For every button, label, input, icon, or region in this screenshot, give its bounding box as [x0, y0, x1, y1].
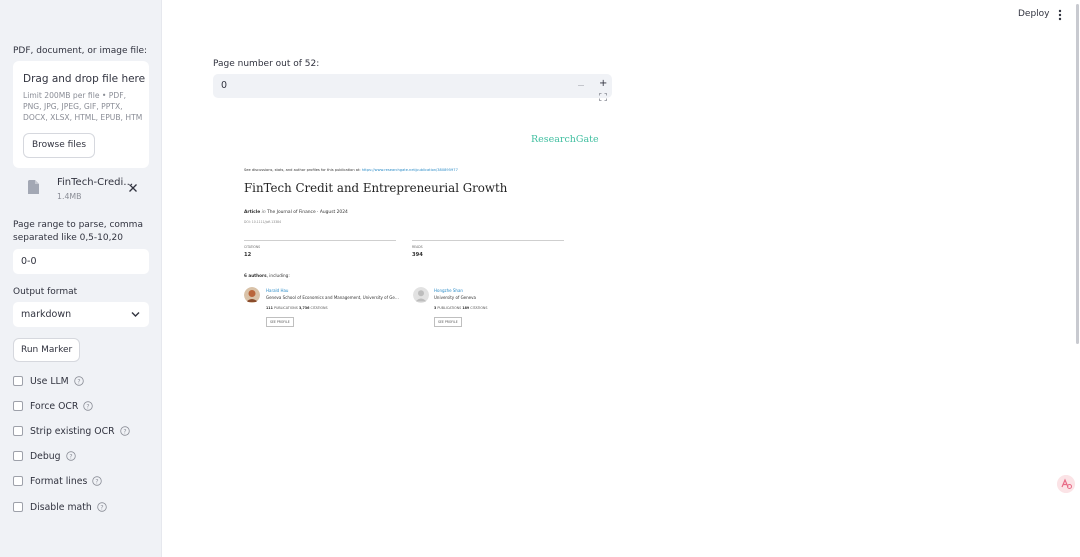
run-marker-button[interactable]: Run Marker	[13, 338, 81, 362]
reads-value: 394	[412, 252, 423, 258]
disable-math-option[interactable]: Disable math ?	[13, 500, 107, 514]
see-profile-button[interactable]: SEE PROFILE	[266, 317, 294, 327]
strip-existing-ocr-option[interactable]: Strip existing OCR ?	[13, 424, 130, 438]
help-icon[interactable]: ?	[92, 476, 103, 486]
author-avatar-placeholder	[413, 287, 429, 303]
strip-existing-ocr-label: Strip existing OCR	[30, 425, 115, 437]
article-journal: The Journal of Finance · August 2024	[267, 210, 348, 215]
format-lines-label: Format lines	[30, 475, 88, 487]
authors-suffix: , including:	[266, 273, 290, 278]
vertical-scrollbar[interactable]	[1075, 0, 1080, 345]
format-lines-checkbox[interactable]	[13, 476, 23, 486]
deploy-button[interactable]: Deploy	[1018, 9, 1050, 19]
authors-count: 6 authors	[244, 273, 267, 278]
strip-existing-ocr-checkbox[interactable]	[13, 426, 23, 436]
discussion-line: See discussions, stats, and author profi…	[244, 168, 458, 172]
debug-label: Debug	[30, 450, 61, 462]
use-llm-label: Use LLM	[30, 375, 69, 387]
doi-text: DOI: 10.1111/jofi.13384	[244, 220, 282, 224]
help-icon[interactable]: ?	[65, 451, 76, 461]
svg-text:?: ?	[100, 504, 103, 511]
chevron-down-icon	[131, 312, 140, 317]
help-icon[interactable]: ?	[97, 502, 107, 512]
file-dropzone[interactable]: Drag and drop file here Limit 200MB per …	[13, 61, 149, 168]
see-profile-button[interactable]: SEE PROFILE	[434, 317, 462, 327]
author-affiliation: University of Geneva	[434, 295, 476, 300]
file-uploader-label: PDF, document, or image file:	[13, 46, 148, 56]
author-affiliation: Geneva School of Economics and Managemen…	[266, 295, 399, 300]
uploaded-file-name: FinTech-Credi…	[57, 177, 134, 188]
debug-checkbox[interactable]	[13, 451, 23, 461]
page-number-input[interactable]: 0 +	[213, 74, 612, 98]
svg-text:?: ?	[77, 378, 80, 385]
dropzone-hint: Limit 200MB per file • PDF, PNG, JPG, JP…	[23, 91, 143, 122]
publication-link[interactable]: https://www.researchgate.net/publication…	[362, 168, 458, 172]
author-avatar	[244, 287, 260, 303]
use-llm-option[interactable]: Use LLM ?	[13, 374, 84, 388]
article-in: in	[261, 210, 266, 215]
uploaded-file-size: 1.4MB	[57, 192, 82, 201]
page-number-label: Page number out of 52:	[213, 59, 320, 69]
author-cites-label: CITATIONS	[470, 306, 488, 310]
citations-caption: CITATIONS	[244, 245, 261, 249]
force-ocr-option[interactable]: Force OCR ?	[13, 399, 94, 413]
use-llm-checkbox[interactable]	[13, 376, 23, 386]
article-type: Article	[244, 210, 261, 215]
citations-divider	[244, 240, 396, 241]
translate-assistant-icon[interactable]	[1057, 475, 1075, 493]
document-icon	[28, 180, 39, 194]
author-name[interactable]: Hongzhe Shan	[434, 288, 463, 293]
reads-divider	[412, 240, 564, 241]
page-range-label: Page range to parse, comma separated lik…	[13, 220, 143, 243]
page-number-value: 0	[221, 80, 228, 91]
reads-caption: READS	[412, 245, 423, 249]
page-range-input[interactable]: 0-0	[13, 249, 149, 274]
author-pubs-label: PUBLICATIONS	[273, 306, 298, 310]
force-ocr-label: Force OCR	[30, 400, 79, 412]
help-icon[interactable]: ?	[119, 426, 130, 436]
fullscreen-icon[interactable]	[599, 93, 607, 101]
scrollbar-thumb[interactable]	[1076, 4, 1079, 344]
citations-value: 12	[244, 252, 252, 258]
author-stats: 3 PUBLICATIONS 189 CITATIONS	[434, 306, 487, 310]
help-icon[interactable]: ?	[74, 376, 84, 386]
author-cites: 189	[462, 306, 470, 310]
close-icon[interactable]	[127, 182, 139, 194]
author-stats: 111 PUBLICATIONS 3,736 CITATIONS	[266, 306, 328, 310]
increment-button[interactable]: +	[599, 79, 607, 89]
author-cites-label: CITATIONS	[310, 306, 328, 310]
disable-math-checkbox[interactable]	[13, 502, 23, 512]
author-name[interactable]: Harald Hau	[266, 288, 288, 293]
sidebar: PDF, document, or image file: Drag and d…	[0, 0, 162, 557]
vertical-ellipsis-icon[interactable]	[1056, 9, 1064, 21]
output-format-select[interactable]: markdown	[13, 302, 149, 327]
decrement-button[interactable]	[578, 85, 584, 86]
article-info: Article in The Journal of Finance · Augu…	[244, 210, 348, 215]
authors-heading: 6 authors, including:	[244, 273, 290, 278]
force-ocr-checkbox[interactable]	[13, 401, 23, 411]
page-preview: ResearchGate See discussions, stats, and…	[213, 120, 612, 340]
author-pubs: 111	[266, 306, 273, 310]
uploaded-file-row: FinTech-Credi… 1.4MB	[13, 172, 149, 206]
help-icon[interactable]: ?	[83, 401, 94, 411]
author-pubs: 3	[434, 306, 437, 310]
output-format-label: Output format	[13, 287, 78, 297]
disable-math-label: Disable math	[30, 501, 92, 513]
format-lines-option[interactable]: Format lines ?	[13, 474, 103, 488]
browse-files-button[interactable]: Browse files	[23, 133, 96, 158]
svg-text:?: ?	[69, 453, 72, 460]
author-pubs-label: PUBLICATIONS	[437, 306, 462, 310]
output-format-value: markdown	[21, 309, 72, 320]
discussion-text: See discussions, stats, and author profi…	[244, 168, 361, 172]
svg-text:?: ?	[87, 403, 90, 410]
svg-text:?: ?	[123, 428, 126, 435]
author-cites: 3,736	[298, 306, 310, 310]
svg-text:?: ?	[96, 478, 99, 485]
debug-option[interactable]: Debug ?	[13, 449, 76, 463]
researchgate-logo: ResearchGate	[531, 134, 599, 145]
paper-title: FinTech Credit and Entrepreneurial Growt…	[244, 181, 508, 195]
dropzone-title: Drag and drop file here	[23, 73, 146, 85]
